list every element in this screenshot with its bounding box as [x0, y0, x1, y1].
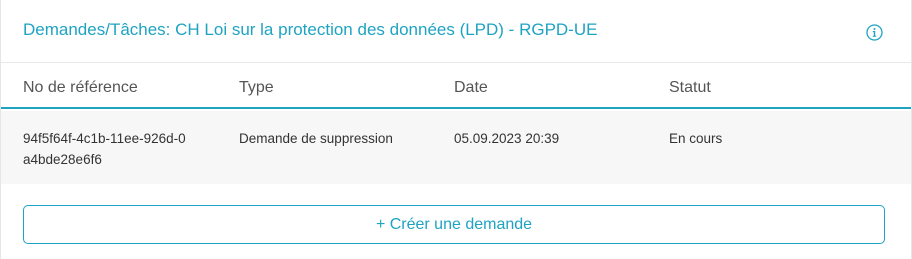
table-row[interactable]: 94f5f64f-4c1b-11ee-926d-0a4bde28e6f6 Dem… — [1, 111, 911, 184]
column-header-reference[interactable]: No de référence — [23, 79, 138, 97]
column-header-status[interactable]: Statut — [669, 79, 711, 97]
cell-status: En cours — [669, 131, 723, 146]
column-header-date[interactable]: Date — [454, 79, 488, 97]
column-header-type[interactable]: Type — [239, 79, 274, 97]
panel-title: Demandes/Tâches: CH Loi sur la protectio… — [23, 20, 598, 39]
info-circle-icon[interactable] — [866, 24, 883, 41]
cell-reference: 94f5f64f-4c1b-11ee-926d-0a4bde28e6f6 — [23, 131, 186, 167]
cell-type: Demande de suppression — [239, 131, 393, 146]
cell-date: 05.09.2023 20:39 — [454, 131, 560, 146]
requests-panel: Demandes/Tâches: CH Loi sur la protectio… — [0, 0, 912, 259]
panel-header: Demandes/Tâches: CH Loi sur la protectio… — [1, 0, 911, 63]
create-request-button[interactable]: + Créer une demande — [23, 205, 885, 244]
table-header: No de référence Type Date Statut — [1, 63, 911, 109]
